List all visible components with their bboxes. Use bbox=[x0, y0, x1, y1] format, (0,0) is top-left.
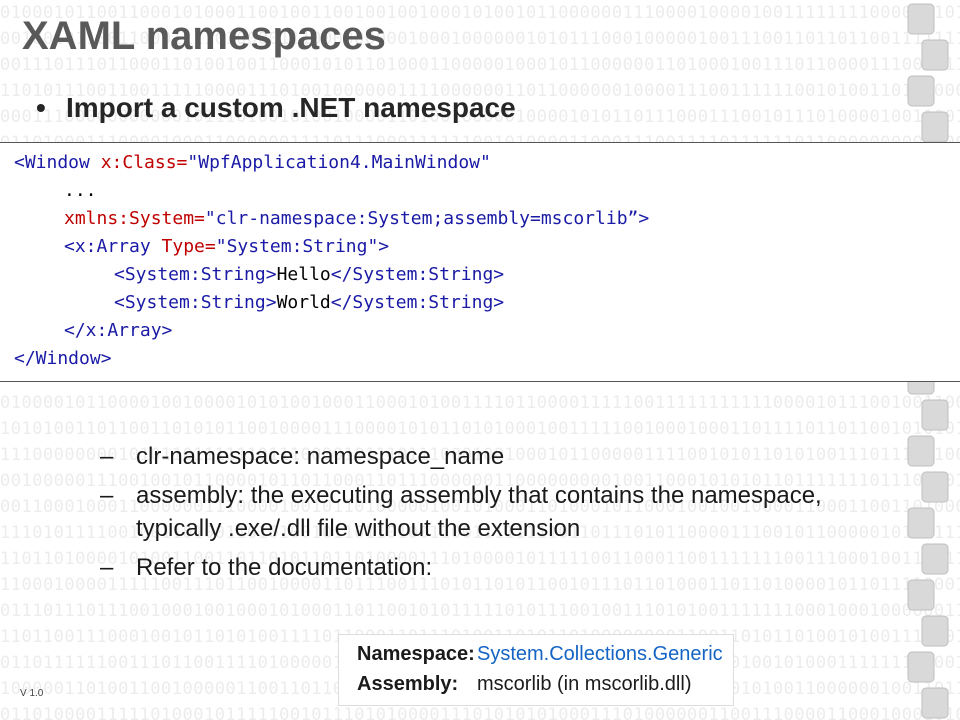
cube-block bbox=[907, 75, 935, 107]
version-label: V 1.0 bbox=[20, 688, 44, 699]
doc-assembly-value: mscorlib (in mscorlib.dll) bbox=[477, 673, 692, 695]
code-line-5: <System:String>Hello</System:String> bbox=[114, 264, 505, 285]
cube-block bbox=[921, 111, 949, 143]
cube-block bbox=[907, 651, 935, 683]
code-line-8: </Window> bbox=[14, 348, 112, 369]
cube-block bbox=[921, 399, 949, 431]
sub-bullet-text: clr-namespace: namespace_name bbox=[136, 443, 505, 470]
code-sample: <Window x:Class="WpfApplication4.MainWin… bbox=[0, 142, 960, 382]
sub-bullet-text: Refer to the documentation: bbox=[136, 554, 433, 581]
sub-bullet-clr-namespace: – clr-namespace: namespace_name bbox=[100, 443, 505, 470]
sub-bullet-list: – clr-namespace: namespace_name – assemb… bbox=[100, 440, 880, 590]
main-bullet-text: Import a custom .NET namespace bbox=[66, 92, 516, 123]
code-line-6: <System:String>World</System:String> bbox=[114, 292, 505, 313]
sub-bullet-assembly: – assembly: the executing assembly that … bbox=[100, 482, 822, 542]
doc-namespace-row: Namespace: System.Collections.Generic bbox=[357, 643, 723, 666]
code-line-3: xmlns:System="clr-namespace:System;assem… bbox=[64, 208, 650, 229]
cube-block bbox=[907, 579, 935, 611]
cube-block bbox=[907, 435, 935, 467]
main-bullet: • Import a custom .NET namespace bbox=[36, 92, 516, 124]
cube-block bbox=[907, 3, 935, 35]
cube-block bbox=[921, 471, 949, 503]
documentation-screenshot: Namespace: System.Collections.Generic Ass… bbox=[338, 634, 734, 706]
doc-namespace-label: Namespace: bbox=[357, 643, 475, 665]
cube-block bbox=[921, 687, 949, 719]
cube-block bbox=[907, 507, 935, 539]
doc-assembly-label: Assembly: bbox=[357, 673, 459, 695]
code-line-1: <Window x:Class="WpfApplication4.MainWin… bbox=[14, 152, 491, 173]
slide-title: XAML namespaces bbox=[22, 14, 386, 58]
cube-block bbox=[921, 39, 949, 71]
bullet-dot: • bbox=[36, 92, 46, 123]
doc-assembly-row: Assembly: mscorlib (in mscorlib.dll) bbox=[357, 673, 691, 696]
sub-bullet-text: assembly: the executing assembly that co… bbox=[136, 482, 822, 542]
sub-bullet-documentation: – Refer to the documentation: bbox=[100, 554, 433, 581]
cube-block bbox=[921, 543, 949, 575]
code-line-2: ... bbox=[64, 180, 97, 201]
cube-block bbox=[921, 615, 949, 647]
doc-namespace-link[interactable]: System.Collections.Generic bbox=[477, 643, 723, 665]
code-line-7: </x:Array> bbox=[64, 320, 173, 341]
code-line-4: <x:Array Type="System:String"> bbox=[64, 236, 390, 257]
